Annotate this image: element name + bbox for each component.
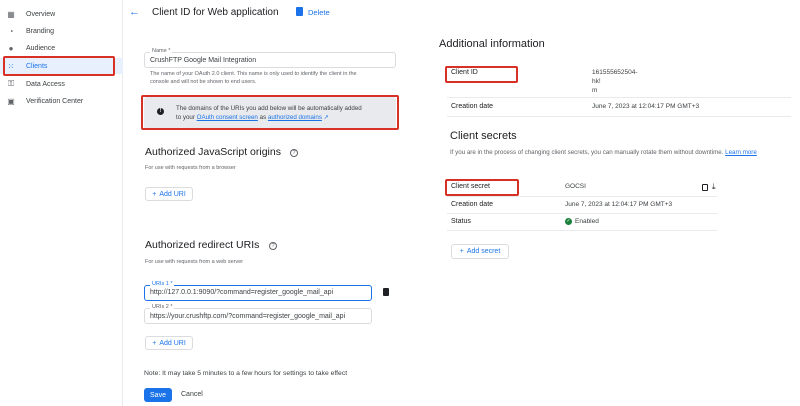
palette-icon: ◔ — [8, 26, 14, 36]
js-origins-helper: For use with requests from a browser — [145, 165, 236, 171]
check-circle-icon: ✓ — [565, 218, 572, 225]
js-origins-title: Authorized JavaScript origins — [145, 146, 281, 158]
creation-date-value: June 7, 2023 at 12:04:17 PM GMT+3 — [592, 103, 700, 110]
uri1-value: http://127.0.0.1:9090/?command=register_… — [150, 289, 334, 296]
plus-icon: + — [459, 248, 464, 255]
uri2-label: URIs 2 * — [150, 304, 175, 310]
back-arrow-icon[interactable]: ← — [129, 6, 141, 18]
trash-icon[interactable] — [296, 7, 303, 16]
highlight-box-banner — [141, 95, 399, 130]
redirect-uris-helper: For use with requests from a web server — [145, 259, 244, 265]
sidebar-item-label: Audience — [26, 44, 56, 52]
divider — [447, 213, 717, 214]
sidebar-item-data-access[interactable]: ⚿ Data Access — [0, 76, 123, 92]
sidebar-item-branding[interactable]: ◔ Branding — [0, 23, 123, 39]
name-field-label: Name * — [150, 48, 173, 54]
additional-info-title: Additional information — [439, 38, 545, 50]
uri1-input[interactable]: URIs 1 * http://127.0.0.1:9090/?command=… — [144, 281, 372, 301]
creation-date-label: Creation date — [451, 103, 494, 110]
sidebar-item-label: Branding — [26, 27, 55, 35]
divider — [447, 196, 717, 197]
add-js-origin-button[interactable]: + Add URI — [145, 187, 193, 201]
client-id-value: 161555652504- hk! m — [592, 69, 638, 94]
grid-icon: ▦ — [7, 9, 15, 19]
download-icon[interactable]: ⤓ — [712, 182, 716, 192]
client-secret-value: GOCSI — [565, 183, 586, 190]
calendar-check-icon: ▣ — [7, 96, 15, 106]
divider — [447, 116, 791, 117]
person-icon: ● — [8, 43, 14, 53]
learn-more-link[interactable]: Learn more — [725, 149, 757, 156]
sidebar-item-label: Verification Center — [26, 97, 84, 105]
highlight-box-client-secret — [445, 179, 519, 196]
name-helper-text: The name of your OAuth 2.0 client. This … — [150, 71, 357, 85]
plus-icon: + — [152, 339, 157, 347]
help-icon[interactable]: ? — [290, 149, 298, 157]
key-icon: ⚿ — [7, 79, 15, 88]
name-field[interactable]: Name * CrushFTP Google Mail Integration — [144, 48, 396, 68]
settings-note: Note: It may take 5 minutes to a few hou… — [144, 370, 348, 377]
redirect-uris-title: Authorized redirect URIs — [145, 239, 260, 251]
add-secret-button[interactable]: + Add secret — [451, 244, 509, 259]
sidebar-item-audience[interactable]: ● Audience — [0, 40, 123, 56]
divider — [447, 230, 717, 231]
name-field-value: CrushFTP Google Mail Integration — [150, 57, 257, 64]
add-redirect-uri-button[interactable]: + Add URI — [145, 336, 193, 350]
sidebar-item-verification-center[interactable]: ▣ Verification Center — [0, 93, 123, 109]
sidebar-item-overview[interactable]: ▦ Overview — [0, 6, 123, 22]
client-secrets-desc: If you are in the process of changing cl… — [450, 149, 757, 156]
sidebar-item-label: Data Access — [26, 80, 65, 88]
divider — [447, 97, 791, 98]
uri1-label: URIs 1 * — [150, 281, 175, 287]
help-icon[interactable]: ? — [269, 242, 277, 250]
secret-creation-label: Creation date — [451, 201, 494, 208]
highlight-box-clients — [3, 56, 115, 76]
save-button[interactable]: Save — [144, 388, 172, 402]
copy-icon[interactable] — [702, 184, 708, 191]
trash-icon[interactable] — [383, 288, 389, 296]
plus-icon: + — [152, 190, 157, 198]
cancel-button[interactable]: Cancel — [181, 391, 203, 398]
delete-button[interactable]: Delete — [308, 8, 330, 17]
secret-creation-value: June 7, 2023 at 12:04:17 PM GMT+3 — [565, 201, 673, 208]
page-title: Client ID for Web application — [152, 7, 279, 18]
uri2-value: https://your.crushftp.com/?command=regis… — [150, 313, 346, 320]
client-secrets-title: Client secrets — [450, 130, 517, 142]
status-label: Status — [451, 218, 471, 225]
uri2-input[interactable]: URIs 2 * https://your.crushftp.com/?comm… — [144, 304, 372, 324]
status-value: Enabled — [575, 218, 599, 225]
highlight-box-client-id — [445, 66, 518, 83]
sidebar-item-label: Overview — [26, 10, 56, 18]
